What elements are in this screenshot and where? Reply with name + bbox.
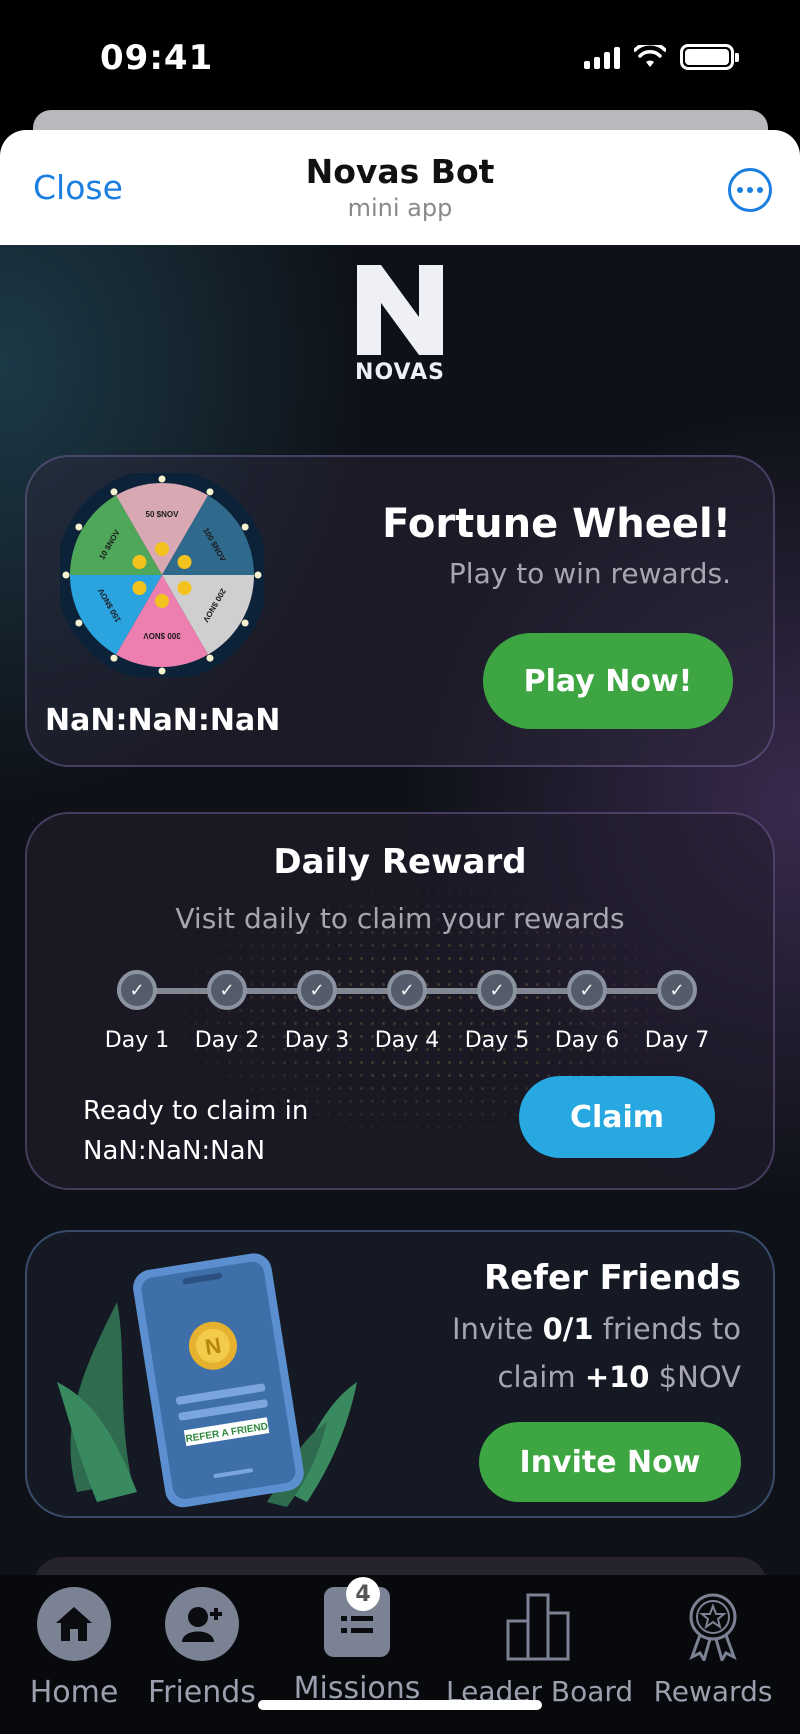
wheel-coin-icon [155, 542, 169, 556]
invite-now-button[interactable]: Invite Now [479, 1422, 741, 1502]
check-icon: ✓ [567, 970, 607, 1010]
more-dot-icon [737, 187, 743, 193]
nav-leader-board[interactable]: Leader Board [446, 1587, 633, 1708]
fortune-wheel-icon: 50 $NOV100 $NOV200 $NOV300 $NOV150 $NOV1… [60, 473, 264, 677]
day-item: ✓ Day 1 [92, 970, 182, 1053]
missions-icon: 4 [324, 1577, 390, 1657]
check-icon: ✓ [477, 970, 517, 1010]
day-label: Day 1 [104, 1028, 170, 1053]
wheel-stud [158, 475, 166, 483]
ready-label: Ready to claim in [83, 1096, 309, 1126]
day-label: Day 5 [464, 1028, 530, 1053]
novas-logo-icon [357, 265, 443, 355]
day-label: Day 4 [374, 1028, 440, 1053]
refer-friends-card: N REFER A FRIEND Refer Friends Invite 0/… [25, 1230, 775, 1518]
wheel-stud [158, 667, 166, 675]
wheel-subtitle: Play to win rewards. [448, 557, 731, 590]
nav-label: Friends [148, 1675, 256, 1710]
refer-text: friends to [593, 1312, 741, 1346]
wheel-timer: NaN:NaN:NaN [45, 703, 281, 738]
check-icon: ✓ [207, 970, 247, 1010]
wifi-icon [634, 45, 666, 67]
main-content[interactable]: NOVAS 50 $NOV 100 $NOV 200 $NOV 300 $NOV 150… [0, 245, 800, 1575]
missions-badge: 4 [346, 1577, 380, 1611]
play-now-button[interactable]: Play Now! [483, 633, 733, 729]
refer-title: Refer Friends [483, 1258, 741, 1298]
reward-amount: +10 [584, 1360, 650, 1394]
nav-home[interactable]: Home [24, 1587, 124, 1710]
daily-reward-card: Daily Reward Visit daily to claim your r… [25, 812, 775, 1190]
more-options-button[interactable] [728, 168, 772, 212]
signal-icon [584, 45, 620, 69]
day-item: ✓ Day 5 [452, 970, 542, 1053]
daily-reward-title: Daily Reward [273, 842, 527, 882]
battery-icon [680, 44, 739, 70]
day-item: ✓ Day 3 [272, 970, 362, 1053]
wheel-coin-icon [177, 555, 192, 569]
fortune-wheel-card: 50 $NOV 100 $NOV 200 $NOV 300 $NOV 150 $NOV 1… [25, 455, 775, 767]
daily-reward-subtitle: Visit daily to claim your rewards [175, 902, 625, 935]
day-label: Day 6 [554, 1028, 620, 1053]
refer-text: $NOV [649, 1360, 741, 1394]
claim-button[interactable]: Claim [519, 1076, 715, 1158]
wheel-segment-label: 300 $NOV [143, 631, 181, 640]
wheel-coin-icon [177, 581, 192, 595]
check-icon: ✓ [117, 970, 157, 1010]
nav-label: Home [29, 1675, 119, 1710]
day-progress: ✓ Day 1 ✓ Day 2 ✓ Day 3 ✓ Day 4 ✓ Day 5 ✓ Day … [97, 970, 709, 1070]
nav-friends[interactable]: Friends [142, 1587, 262, 1710]
wheel-segment-label: 50 $NOV [146, 510, 180, 519]
day-label: Day 2 [194, 1028, 260, 1053]
day-label: Day 3 [284, 1028, 350, 1053]
nav-label: Rewards [653, 1675, 773, 1708]
wheel-stud [241, 619, 249, 627]
header-subtitle: mini app [347, 194, 453, 222]
more-dot-icon [747, 187, 753, 193]
wheel-stud [75, 619, 83, 627]
refer-text: claim [497, 1360, 585, 1394]
logo-text: NOVAS [355, 360, 445, 385]
mini-app-header: Close Novas Bot mini app [0, 130, 800, 245]
refer-phone-illustration-icon: N REFER A FRIEND [57, 1253, 357, 1508]
invite-count: 0/1 [542, 1312, 594, 1346]
ready-timer: NaN:NaN:NaN [83, 1136, 266, 1166]
check-icon: ✓ [657, 970, 697, 1010]
bottom-navigation: Home Friends 4 Missions Leader Board Rew… [0, 1575, 800, 1734]
next-card [33, 1557, 768, 1575]
header-title: Novas Bot [305, 152, 495, 191]
home-indicator [258, 1700, 542, 1710]
home-icon [37, 1587, 111, 1661]
refer-reward-text: claim +10 $NOV [498, 1360, 742, 1394]
wheel-stud [75, 523, 83, 531]
wheel-stud [254, 571, 262, 579]
refer-text: Invite [451, 1312, 543, 1346]
status-bar: 09:41 [0, 0, 800, 110]
wheel-coin-icon [155, 594, 169, 608]
rewards-icon [676, 1587, 750, 1664]
day-label: Day 7 [644, 1028, 710, 1053]
leaderboard-icon [502, 1587, 576, 1661]
more-dot-icon [757, 187, 763, 193]
day-item: ✓ Day 2 [182, 970, 272, 1053]
wheel-title: Fortune Wheel! [382, 501, 731, 547]
add-friend-icon [165, 1587, 239, 1661]
day-item: ✓ Day 4 [362, 970, 452, 1053]
check-icon: ✓ [387, 970, 427, 1010]
day-item: ✓ Day 7 [632, 970, 722, 1053]
nav-rewards[interactable]: Rewards [648, 1587, 778, 1708]
wheel-coin-icon [132, 555, 147, 569]
wheel-stud [110, 488, 118, 496]
wheel-coin-icon [132, 581, 147, 595]
status-time: 09:41 [100, 38, 214, 78]
day-item: ✓ Day 6 [542, 970, 632, 1053]
wheel-stud [241, 523, 249, 531]
nav-missions[interactable]: 4 Missions [282, 1577, 432, 1706]
wheel-stud [62, 571, 70, 579]
check-icon: ✓ [297, 970, 337, 1010]
refer-invite-text: Invite 0/1 friends to [452, 1312, 741, 1346]
wheel-stud [206, 488, 214, 496]
status-icons [584, 44, 739, 70]
wheel-stud [206, 654, 214, 662]
wheel-stud [110, 654, 118, 662]
